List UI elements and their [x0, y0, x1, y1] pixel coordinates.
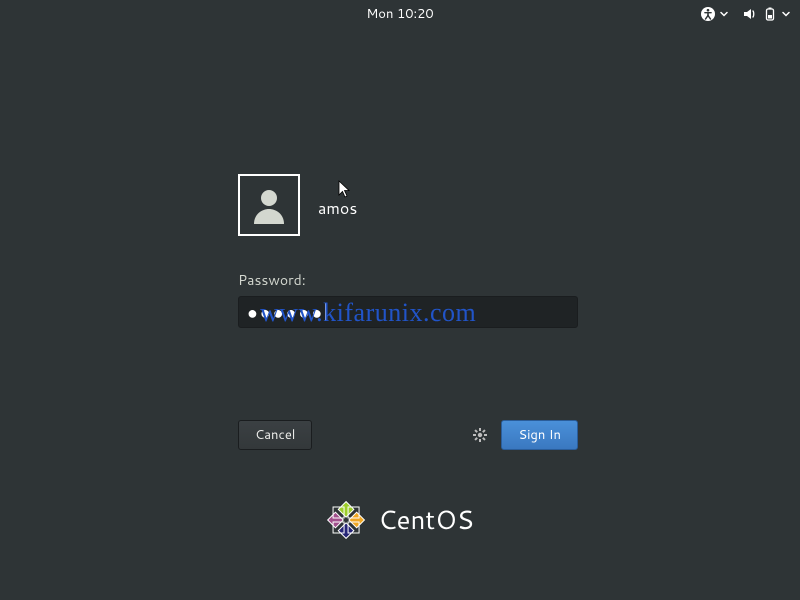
- user-avatar-icon: [248, 184, 290, 226]
- user-row: amos: [238, 174, 578, 236]
- password-masked-value: ●●●●●●: [247, 303, 324, 321]
- cancel-button[interactable]: Cancel: [238, 420, 312, 450]
- centos-logo-icon: [326, 500, 366, 540]
- clock[interactable]: Mon 10:20: [366, 5, 433, 23]
- accessibility-menu[interactable]: [700, 6, 728, 22]
- top-bar: Mon 10:20: [0, 0, 800, 28]
- chevron-down-icon: [782, 10, 790, 18]
- battery-icon: [762, 6, 778, 22]
- password-label: Password:: [238, 270, 578, 290]
- centos-brand: CentOS: [326, 500, 474, 540]
- system-menu[interactable]: [742, 6, 790, 22]
- sign-in-button[interactable]: Sign In: [501, 420, 578, 450]
- password-input[interactable]: ●●●●●●: [238, 296, 578, 328]
- button-row: Cancel: [238, 420, 578, 450]
- accessibility-icon: [700, 6, 716, 22]
- login-panel: amos Password: ●●●●●● Cancel: [238, 174, 578, 450]
- volume-icon: [742, 6, 758, 22]
- gear-icon: [472, 427, 488, 443]
- text-caret: [325, 303, 326, 321]
- user-avatar[interactable]: [238, 174, 300, 236]
- centos-brand-text: CentOS: [378, 502, 474, 538]
- cursor-icon: [338, 180, 354, 206]
- status-area[interactable]: [700, 0, 790, 28]
- chevron-down-icon: [720, 10, 728, 18]
- right-actions: Sign In: [469, 420, 578, 450]
- session-options-button[interactable]: [469, 424, 491, 446]
